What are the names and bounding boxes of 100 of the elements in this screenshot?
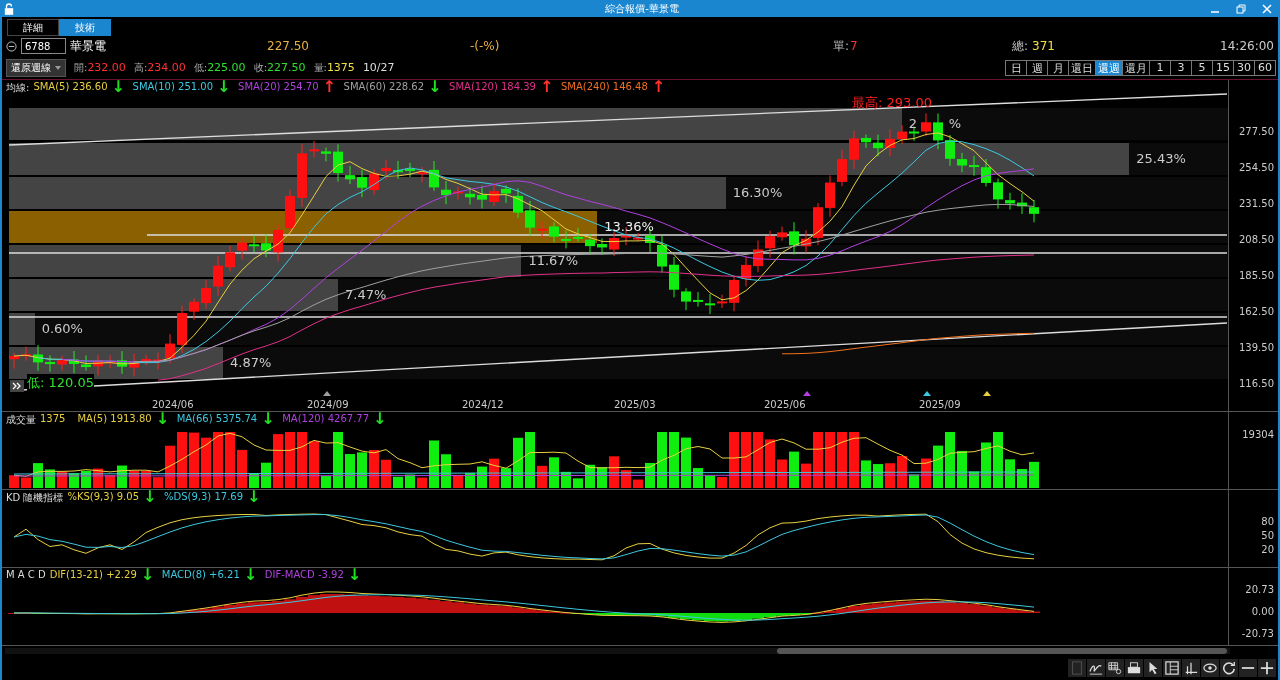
restore-icon[interactable] [1236, 3, 1246, 14]
indicator-value: SMA(60) 228.62 [343, 81, 425, 94]
x-axis-label: 2025/09 [919, 399, 961, 410]
candlestick [633, 232, 643, 242]
period-button[interactable]: 15 [1212, 59, 1234, 76]
marker-icon [803, 391, 811, 396]
candlestick [717, 294, 727, 309]
candlestick [33, 344, 43, 372]
trend-arrow: ↓ [428, 81, 440, 95]
profile-percent: 7.47% [345, 287, 387, 302]
trend-arrow: ↓ [247, 491, 259, 505]
period-button[interactable]: 週 [1026, 59, 1048, 76]
quote-time: 14:26:00 [1220, 39, 1274, 53]
period-button[interactable]: 60 [1254, 59, 1276, 76]
field-label: 量: [313, 60, 327, 75]
period-button[interactable]: 1 [1149, 59, 1171, 76]
indicator-value: %DS(9,3) 17.69 [164, 491, 244, 504]
period-button[interactable]: 月 [1047, 59, 1069, 76]
candlestick [285, 189, 295, 232]
candlestick [825, 175, 835, 218]
candlestick [309, 140, 319, 158]
candlestick [585, 233, 595, 256]
candlestick [1017, 192, 1027, 215]
tab[interactable]: 詳細 [7, 19, 59, 36]
indicator-value: SMA(20) 254.70 [238, 81, 319, 94]
candlestick [969, 155, 979, 177]
candlestick [501, 184, 511, 204]
price-change: -(-%) [470, 39, 500, 53]
candlestick [333, 143, 343, 182]
candlestick [537, 221, 547, 239]
profile-percent: 4.87% [230, 355, 272, 370]
y-axis-label: 20 [1261, 544, 1274, 555]
candlestick [789, 221, 799, 255]
close-icon[interactable] [1262, 3, 1272, 14]
profile-percent: 13.36% [604, 219, 654, 234]
candlestick [201, 279, 211, 310]
collapse-icon[interactable] [6, 40, 17, 52]
candlestick [669, 256, 679, 298]
candlestick [933, 113, 943, 150]
single-volume-label: 單: [833, 37, 850, 55]
y-axis-label: -20.73 [1241, 628, 1274, 639]
candlestick [741, 255, 751, 287]
eye-icon[interactable] [1201, 659, 1219, 677]
printer-icon[interactable] [1125, 659, 1143, 677]
trend-arrow: ↓ [243, 569, 255, 581]
stock-name: 華景電 [70, 37, 106, 55]
period-button[interactable]: 日 [1005, 59, 1027, 76]
candlestick [477, 185, 487, 209]
period-button[interactable]: 還週 [1095, 59, 1123, 76]
candlestick [693, 291, 703, 308]
candlestick [549, 221, 559, 243]
trend-arrow: ↓ [140, 569, 152, 581]
pane-title: KD 隨機指標 [6, 491, 64, 505]
chart-mode-dropdown[interactable]: 還原週線 [6, 58, 66, 77]
candlestick [981, 158, 991, 187]
single-volume: 7 [850, 39, 858, 53]
lock-icon[interactable] [4, 2, 14, 15]
profile-percent: 2 [908, 116, 918, 131]
indicator-value: MA(5) 1913.80 [77, 413, 152, 426]
layout-icon[interactable] [1163, 659, 1181, 677]
x-axis-label: 2025/06 [764, 399, 806, 410]
profile-percent: 11.67% [528, 253, 578, 268]
table-search-icon[interactable] [1106, 659, 1124, 677]
profile-percent: % [948, 116, 962, 131]
y-axis-label: 50 [1261, 530, 1274, 541]
candlestick [189, 297, 199, 321]
x-axis-label: 2024/12 [462, 399, 504, 410]
indicator-value: SMA(10) 251.00 [132, 81, 214, 94]
trend-arrow: ↓ [217, 81, 229, 95]
candlestick [393, 160, 403, 180]
y-axis-label: 139.50 [1239, 342, 1274, 353]
period-button[interactable]: 5 [1191, 59, 1213, 76]
candlestick [1005, 192, 1015, 210]
period-button[interactable]: 還日 [1068, 59, 1096, 76]
period-button[interactable]: 還月 [1122, 59, 1150, 76]
signature-icon[interactable] [1087, 659, 1105, 677]
candlestick [525, 200, 535, 237]
candlestick [177, 305, 187, 354]
zoom-in-icon[interactable] [1258, 659, 1276, 677]
field-value: 227.50 [267, 60, 306, 75]
candlestick [681, 287, 691, 311]
y-axis-label: 20.73 [1245, 584, 1274, 595]
candlestick [957, 152, 967, 173]
refresh-icon[interactable] [1220, 659, 1238, 677]
expand-icon[interactable] [10, 380, 24, 392]
indicator-value: DIF-MACD -3.92 [264, 569, 344, 581]
candlestick [909, 126, 919, 142]
y-axis-label: 80 [1261, 516, 1274, 527]
candlestick [405, 162, 415, 178]
candlestick [453, 186, 463, 200]
chart-tool-icon[interactable] [1182, 659, 1200, 677]
period-button[interactable]: 3 [1170, 59, 1192, 76]
zoom-out-icon[interactable] [1239, 659, 1257, 677]
cursor-icon[interactable] [1144, 659, 1162, 677]
symbol-field[interactable]: 6788 [21, 38, 66, 54]
scrollbar-thumb[interactable] [777, 648, 1227, 654]
field-label: 低: [193, 60, 208, 75]
candlestick [381, 159, 391, 181]
period-button[interactable]: 30 [1233, 59, 1255, 76]
tab[interactable]: 技術 [59, 19, 111, 36]
